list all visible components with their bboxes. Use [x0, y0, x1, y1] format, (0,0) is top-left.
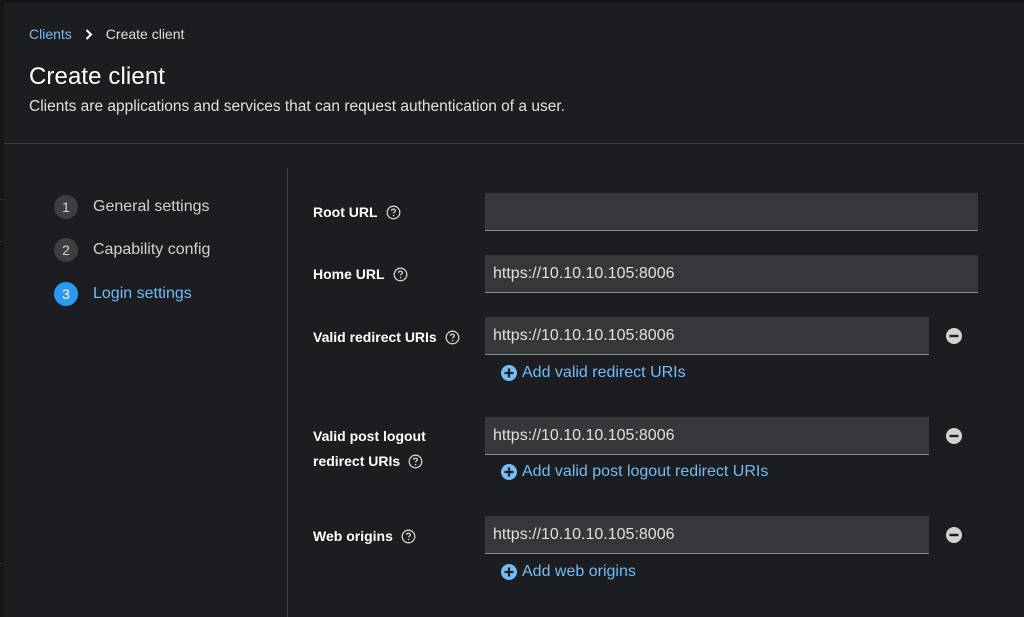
valid-redirect-uri-input[interactable]	[485, 317, 929, 355]
add-valid-redirect-uri-button[interactable]: Add valid redirect URIs	[501, 364, 686, 382]
plus-circle-icon	[501, 464, 517, 480]
breadcrumb-clients-link[interactable]: Clients	[29, 26, 72, 42]
login-settings-form: Root URL Home URL Valid redirect URIs	[289, 168, 1024, 617]
wizard-step-general-settings[interactable]: 1 General settings	[54, 195, 210, 219]
valid-redirect-uris-label: Valid redirect URIs	[313, 329, 460, 345]
web-origins-label-text: Web origins	[313, 528, 393, 544]
wizard-step-login-settings[interactable]: 3 Login settings	[54, 282, 192, 306]
wizard-nav: 1 General settings 2 Capability config 3…	[4, 168, 288, 617]
home-url-label-text: Home URL	[313, 266, 385, 282]
home-url-input[interactable]	[485, 255, 978, 293]
add-web-origins-label: Add web origins	[522, 563, 636, 580]
wizard-step-capability-config[interactable]: 2 Capability config	[54, 238, 210, 262]
web-origins-input[interactable]	[485, 516, 929, 554]
question-circle-icon[interactable]	[401, 529, 416, 544]
root-url-label: Root URL	[313, 204, 401, 220]
valid-post-logout-label-line1: Valid post logout	[313, 428, 426, 444]
page-description: Clients are applications and services th…	[29, 98, 565, 115]
valid-post-logout-redirect-uri-input[interactable]	[485, 417, 929, 455]
step-number: 2	[54, 238, 78, 262]
question-circle-icon[interactable]	[393, 267, 408, 282]
page-title: Create client	[29, 63, 166, 90]
add-valid-redirect-uri-label: Add valid redirect URIs	[522, 364, 686, 381]
step-number: 1	[54, 195, 78, 219]
step-number: 3	[54, 282, 78, 306]
plus-circle-icon	[501, 365, 517, 381]
valid-post-logout-label-line2: redirect URIs	[313, 453, 423, 469]
page-header: Clients Create client Create client Clie…	[4, 2, 1024, 144]
root-url-input[interactable]	[485, 193, 978, 231]
valid-redirect-uris-label-text: Valid redirect URIs	[313, 329, 437, 345]
add-valid-post-logout-label: Add valid post logout redirect URIs	[522, 463, 769, 480]
add-valid-post-logout-redirect-uri-button[interactable]: Add valid post logout redirect URIs	[501, 463, 768, 481]
chevron-right-icon	[85, 28, 93, 40]
step-label: General settings	[93, 198, 210, 215]
valid-post-logout-label-text-2: redirect URIs	[313, 453, 401, 469]
plus-circle-icon	[501, 564, 517, 580]
step-label: Capability config	[93, 241, 211, 258]
question-circle-icon[interactable]	[408, 454, 423, 469]
minus-circle-icon[interactable]	[945, 427, 963, 445]
home-url-label: Home URL	[313, 266, 408, 282]
breadcrumb-current: Create client	[105, 26, 185, 42]
web-origins-label: Web origins	[313, 528, 416, 544]
minus-circle-icon[interactable]	[945, 327, 963, 345]
step-label: Login settings	[93, 285, 192, 302]
question-circle-icon[interactable]	[445, 330, 460, 345]
minus-circle-icon[interactable]	[945, 526, 963, 544]
root-url-label-text: Root URL	[313, 204, 378, 220]
valid-post-logout-label-text: Valid post logout	[313, 428, 426, 444]
question-circle-icon[interactable]	[386, 205, 401, 220]
add-web-origin-button[interactable]: Add web origins	[501, 563, 636, 581]
page: Clients Create client Create client Clie…	[0, 0, 1024, 617]
breadcrumb: Clients Create client	[29, 24, 184, 44]
